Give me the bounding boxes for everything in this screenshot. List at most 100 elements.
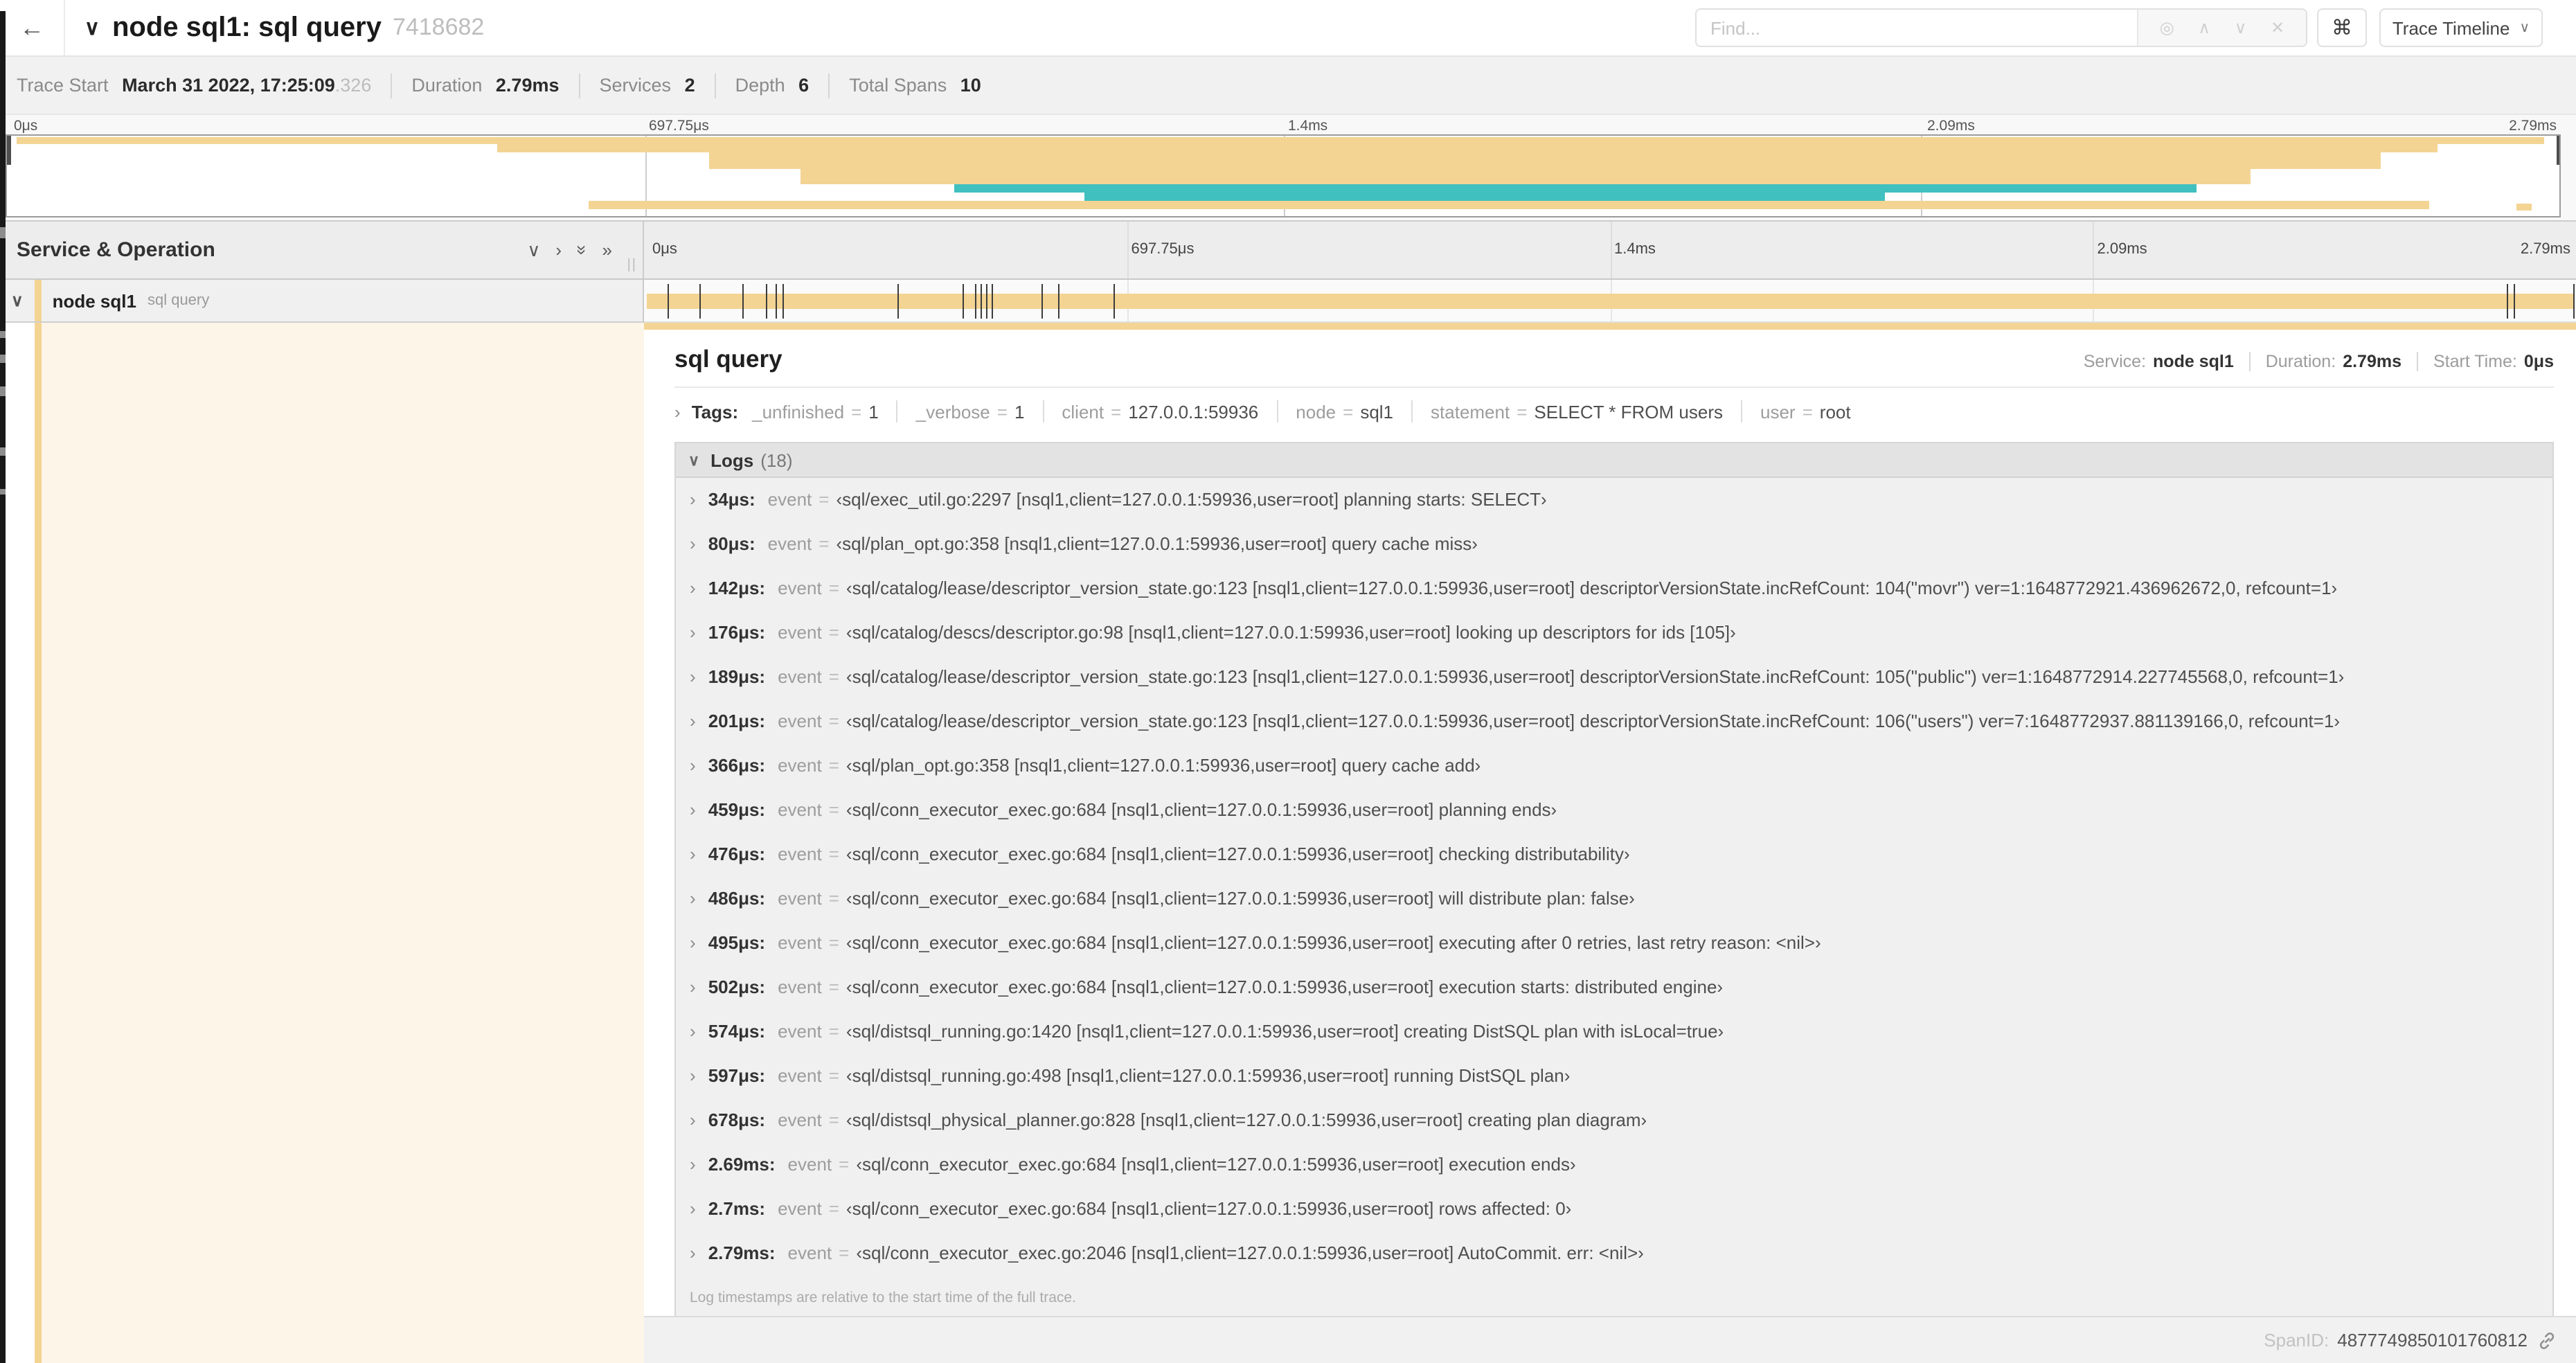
chevron-right-icon[interactable]: ›: [690, 533, 696, 554]
detail-divider: [674, 386, 2554, 388]
minimap-canvas[interactable]: [6, 134, 2561, 217]
minimap-span-bar: [708, 152, 2381, 168]
log-field-equals: =: [828, 666, 839, 687]
summary-separator: [391, 73, 393, 98]
chevron-right-icon[interactable]: ›: [690, 711, 696, 731]
axis-tick-label: 1.4ms: [1614, 241, 1656, 258]
summary-separator: [714, 73, 716, 98]
log-field-equals: =: [828, 799, 839, 820]
chevron-right-icon[interactable]: ›: [690, 932, 696, 953]
log-entry-row[interactable]: › 2.69ms: event = ‹sql/conn_executor_exec.go…: [676, 1151, 2552, 1195]
chevron-right-icon[interactable]: ›: [690, 1154, 696, 1175]
log-marker-tick: [980, 284, 982, 319]
log-timestamp: 502μs:: [708, 977, 766, 997]
chevron-right-icon[interactable]: ›: [690, 1021, 696, 1042]
log-field-equals: =: [828, 844, 839, 864]
tag-separator: [896, 400, 898, 422]
chevron-down-icon[interactable]: ∨: [688, 451, 699, 469]
log-entry-row[interactable]: › 366μs: event = ‹sql/plan_opt.go:358 [nsql1…: [676, 752, 2552, 796]
chevron-right-icon[interactable]: ›: [690, 755, 696, 776]
log-entry-row[interactable]: › 2.7ms: event = ‹sql/conn_executor_exec.go:…: [676, 1195, 2552, 1240]
log-entry-row[interactable]: › 176μs: event = ‹sql/catalog/descs/descript…: [676, 619, 2552, 663]
log-entry-row[interactable]: › 486μs: event = ‹sql/conn_executor_exec.go:…: [676, 885, 2552, 929]
trace-collapse-chevron-icon[interactable]: ∨: [84, 15, 100, 40]
locate-icon[interactable]: ◎: [2157, 19, 2177, 36]
span-detail-panel: sql query Service: node sql1 Duration: 2.79…: [644, 323, 2576, 1317]
chevron-right-icon[interactable]: ›: [690, 1065, 696, 1086]
log-field-equals: =: [828, 622, 839, 643]
view-selector-button[interactable]: Trace Timeline ∨: [2379, 8, 2543, 47]
span-row-bar-cell[interactable]: [644, 280, 2576, 323]
chevron-right-icon[interactable]: ›: [690, 489, 696, 510]
meta-value: node sql1: [2153, 352, 2234, 371]
deep-link-icon[interactable]: [2537, 1330, 2557, 1350]
log-marker-tick: [985, 284, 987, 319]
minimap-right-scrubber[interactable]: [2556, 136, 2559, 165]
span-detail-meta: Service: node sql1 Duration: 2.79ms Start Ti…: [2084, 352, 2554, 371]
find-input[interactable]: [1697, 10, 2137, 46]
span-row-name-cell[interactable]: ∨ node sql1 sql query: [0, 280, 644, 323]
meta-value: 0μs: [2523, 352, 2554, 371]
log-entry-row[interactable]: › 34μs: event = ‹sql/exec_util.go:2297 [nsql…: [676, 486, 2552, 531]
log-field-equals: =: [819, 533, 830, 554]
span-row: ∨ node sql1 sql query: [0, 280, 2576, 323]
log-entry-row[interactable]: › 142μs: event = ‹sql/catalog/lease/descript…: [676, 575, 2552, 619]
spanid-value: 4877749850101760812: [2337, 1330, 2528, 1351]
prev-match-icon[interactable]: ∧: [2195, 19, 2213, 36]
chevron-right-icon[interactable]: ›: [690, 888, 696, 909]
log-entry-row[interactable]: › 80μs: event = ‹sql/plan_opt.go:358 [nsql1,…: [676, 531, 2552, 575]
next-match-icon[interactable]: ∨: [2232, 19, 2250, 36]
back-arrow-icon[interactable]: ←: [11, 14, 53, 42]
chevron-right-icon[interactable]: ›: [690, 1110, 696, 1130]
log-entry-row[interactable]: › 495μs: event = ‹sql/conn_executor_exec.go:…: [676, 929, 2552, 974]
command-icon: ⌘: [2332, 17, 2352, 40]
log-field-key: event: [778, 1021, 822, 1042]
log-field-key: event: [778, 799, 822, 820]
log-entry-row[interactable]: › 678μs: event = ‹sql/distsql_physical_plann…: [676, 1107, 2552, 1151]
chevron-right-icon[interactable]: ›: [690, 666, 696, 687]
log-entry-row[interactable]: › 597μs: event = ‹sql/distsql_running.go:498…: [676, 1062, 2552, 1107]
summary-label: Services: [599, 75, 677, 96]
log-timestamp: 597μs:: [708, 1065, 766, 1086]
chevron-right-icon[interactable]: ›: [690, 1242, 696, 1263]
chevron-right-icon[interactable]: ›: [690, 1198, 696, 1219]
span-collapse-chevron-icon[interactable]: ∨: [11, 291, 24, 310]
minimap-left-scrubber[interactable]: [7, 136, 10, 165]
expand-all-icon[interactable]: »: [602, 241, 612, 259]
chevron-right-icon[interactable]: ›: [674, 401, 681, 422]
log-entry-row[interactable]: › 476μs: event = ‹sql/conn_executor_exec.go:…: [676, 841, 2552, 885]
log-field-value: ‹sql/exec_util.go:2297 [nsql1,client=127…: [836, 489, 1547, 510]
collapse-deep-icon[interactable]: »: [571, 241, 592, 259]
logs-accordion: ∨ Logs (18) › 34μs: event = ‹sql/exec_util.g…: [674, 442, 2554, 1316]
service-color-stripe: [35, 280, 41, 321]
tag-separator: [1042, 400, 1044, 422]
chevron-right-icon[interactable]: ›: [690, 977, 696, 997]
log-timestamp: 2.7ms:: [708, 1198, 766, 1219]
tags-row[interactable]: › Tags: _unfinished = 1 _verbose = 1 client = 12…: [674, 399, 2554, 424]
minimap-span-bar: [954, 184, 2197, 193]
log-entry-row[interactable]: › 574μs: event = ‹sql/distsql_running.go:142…: [676, 1018, 2552, 1062]
chevron-right-icon[interactable]: ›: [690, 578, 696, 598]
chevron-right-icon[interactable]: ›: [690, 799, 696, 820]
tag-value: 1: [868, 401, 879, 422]
log-entry-row[interactable]: › 201μs: event = ‹sql/catalog/lease/descript…: [676, 708, 2552, 752]
log-entry-row[interactable]: › 189μs: event = ‹sql/catalog/lease/descript…: [676, 663, 2552, 708]
clear-find-icon[interactable]: ✕: [2268, 19, 2287, 36]
log-entry-row[interactable]: › 459μs: event = ‹sql/conn_executor_exec.go:…: [676, 796, 2552, 841]
log-timestamp: 476μs:: [708, 844, 766, 864]
chevron-right-icon[interactable]: ›: [690, 622, 696, 643]
log-entry-row[interactable]: › 2.79ms: event = ‹sql/conn_executor_exec.go…: [676, 1240, 2552, 1284]
chevron-right-icon[interactable]: ›: [690, 844, 696, 864]
axis-tick-label: 2.09ms: [1927, 118, 1975, 134]
logs-header[interactable]: ∨ Logs (18): [676, 443, 2552, 478]
log-entry-row[interactable]: › 502μs: event = ‹sql/conn_executor_exec.go:…: [676, 974, 2552, 1018]
meta-separator: [2248, 352, 2251, 371]
keyboard-shortcuts-button[interactable]: ⌘: [2317, 8, 2367, 47]
column-resizer-handle[interactable]: ||: [627, 258, 637, 273]
log-field-key: event: [778, 1198, 822, 1219]
collapse-all-icon[interactable]: ∨: [527, 241, 540, 259]
expand-one-icon[interactable]: ›: [555, 241, 562, 259]
log-field-key: event: [778, 844, 822, 864]
span-duration-bar[interactable]: [647, 294, 2573, 309]
selected-row-left-column: [0, 323, 644, 1363]
